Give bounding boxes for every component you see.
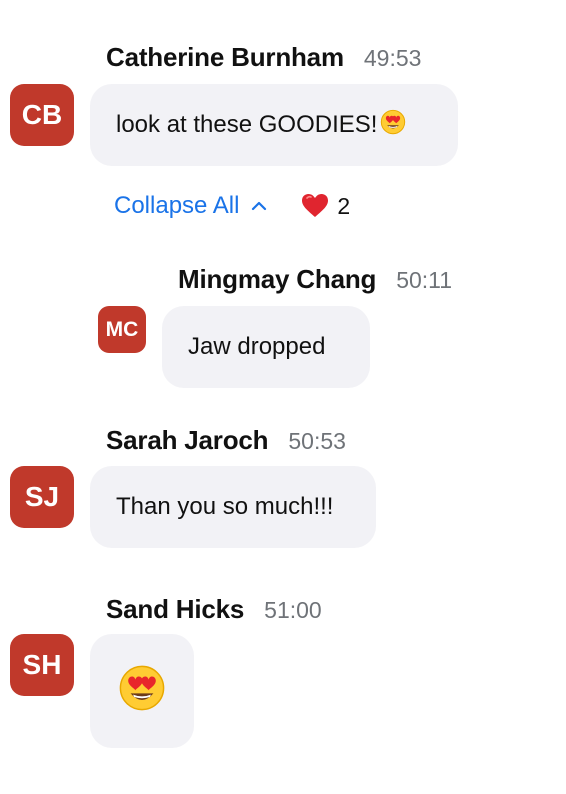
message-text: look at these GOODIES! bbox=[116, 111, 378, 138]
sender-name: Catherine Burnham bbox=[106, 42, 344, 72]
message-header: Mingmay Chang 50:11 bbox=[178, 264, 452, 295]
avatar[interactable]: MC bbox=[98, 306, 146, 353]
avatar-initials: SJ bbox=[24, 481, 60, 512]
message-bubble[interactable]: look at these GOODIES! bbox=[90, 84, 458, 166]
message-bubble[interactable] bbox=[90, 634, 194, 748]
avatar[interactable]: CB bbox=[10, 84, 74, 146]
red-heart-icon bbox=[301, 193, 329, 219]
message-bubble[interactable]: Jaw dropped bbox=[162, 306, 370, 388]
sender-name: Sand Hicks bbox=[106, 594, 245, 624]
message-header: Sand Hicks 51:00 bbox=[106, 594, 322, 625]
avatar-initials: SH bbox=[22, 649, 62, 680]
reaction-chip[interactable]: 2 bbox=[301, 193, 350, 220]
message-text: Jaw dropped bbox=[188, 333, 326, 360]
message-text: Than you so much!!! bbox=[116, 493, 334, 520]
reaction-count: 2 bbox=[337, 192, 351, 219]
thread-controls: Collapse All 2 bbox=[114, 192, 350, 220]
sender-name: Sarah Jaroch bbox=[106, 425, 269, 455]
message-timestamp: 49:53 bbox=[363, 45, 422, 71]
avatar[interactable]: SH bbox=[10, 634, 74, 696]
message-header: Catherine Burnham 49:53 bbox=[106, 42, 421, 73]
avatar-initials: CB bbox=[21, 99, 63, 130]
message-header: Sarah Jaroch 50:53 bbox=[106, 425, 346, 456]
chevron-up-icon bbox=[251, 200, 267, 212]
collapse-all-label: Collapse All bbox=[114, 192, 240, 219]
message-timestamp: 51:00 bbox=[264, 597, 322, 623]
avatar[interactable]: SJ bbox=[10, 466, 74, 528]
heart-eyes-emoji-icon bbox=[118, 664, 166, 719]
avatar-initials: MC bbox=[105, 317, 139, 341]
collapse-all-button[interactable]: Collapse All bbox=[114, 192, 267, 220]
sender-name: Mingmay Chang bbox=[178, 264, 377, 294]
message-timestamp: 50:53 bbox=[288, 428, 346, 454]
message-timestamp: 50:11 bbox=[396, 267, 453, 293]
message-bubble[interactable]: Than you so much!!! bbox=[90, 466, 376, 548]
heart-eyes-emoji-icon bbox=[380, 109, 406, 142]
